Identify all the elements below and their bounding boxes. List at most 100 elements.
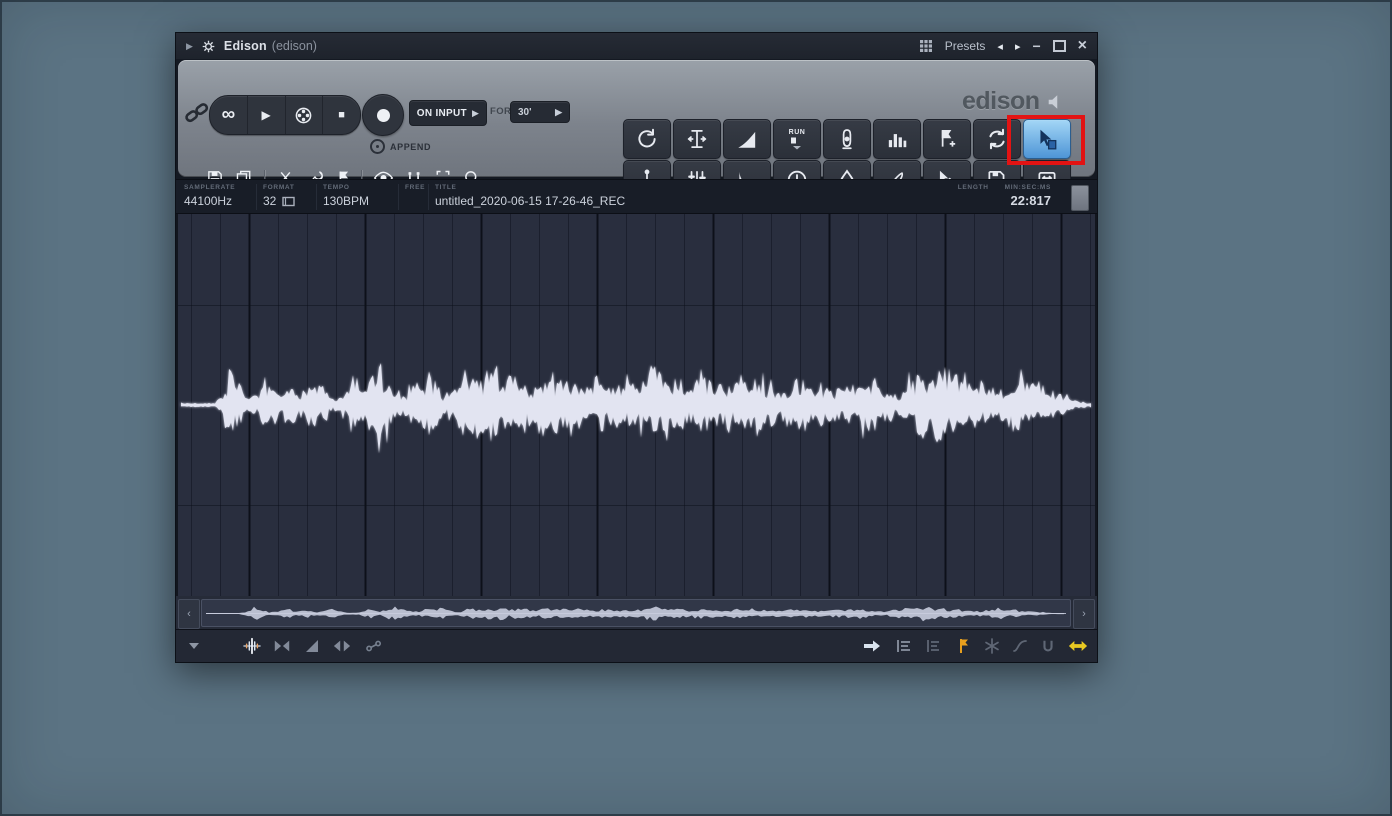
play-button[interactable]: ▶: [247, 96, 285, 134]
record-mode-value: ON INPUT: [417, 108, 467, 119]
stop-button[interactable]: ■: [322, 96, 360, 134]
close-button[interactable]: ×: [1078, 40, 1087, 52]
vertical-zoom-handle[interactable]: [1071, 185, 1089, 211]
divider: [428, 184, 429, 210]
zoom-out-selection-icon: [333, 639, 351, 653]
collapse-arrow-icon[interactable]: ▶: [186, 41, 193, 52]
markers-list-icon: [925, 639, 943, 653]
jump-play-button[interactable]: [862, 637, 882, 655]
declick-wave-icon: [242, 637, 262, 655]
edit-mode-button[interactable]: [242, 637, 262, 655]
overview-strip[interactable]: [201, 599, 1071, 627]
edison-logo: edison: [962, 87, 1064, 116]
markers-list-button[interactable]: [924, 637, 944, 655]
reverse-icon: [635, 127, 659, 151]
format-label: FORMAT: [263, 184, 295, 191]
blur-tool-button[interactable]: [823, 119, 871, 159]
length-labels: LENGTH MIN:SEC:MS: [958, 184, 1051, 191]
amp-icon: [685, 127, 709, 151]
title-bar: ▶ Edison (edison) Presets ◂ ▸ − ×: [176, 33, 1097, 59]
fade-in-icon: [735, 127, 759, 151]
double-arrow-icon: [1068, 639, 1088, 653]
smooth-button[interactable]: [1010, 637, 1030, 655]
length-value[interactable]: 22:817: [1011, 193, 1051, 208]
resample-button[interactable]: [973, 119, 1021, 159]
preset-next-button[interactable]: ▸: [1015, 40, 1021, 53]
fade-in-button[interactable]: [723, 119, 771, 159]
blur-bottle-icon: [835, 127, 859, 151]
overview-waveform: [202, 600, 1070, 626]
scroll-left-button[interactable]: ‹: [178, 599, 200, 629]
length-label: LENGTH: [958, 184, 989, 191]
format-value[interactable]: 32: [263, 194, 276, 208]
toolbar: ∞ ▶ ■ ON INPUT ▶ FOR 30' ▶ APPEND: [176, 59, 1097, 179]
record-button[interactable]: [362, 94, 404, 136]
chevron-down-icon: [189, 643, 199, 649]
orange-flag-icon: [958, 638, 970, 654]
presets-grid-icon[interactable]: [919, 39, 933, 53]
record-mode-arrow-icon: ▶: [472, 108, 479, 119]
link-icon[interactable]: [183, 101, 211, 127]
loop-button[interactable]: ∞: [210, 96, 247, 134]
minimize-button[interactable]: −: [1032, 41, 1040, 51]
reel-icon: [294, 106, 313, 125]
refresh-arrows-icon: [985, 127, 1009, 151]
regions-list-icon: [895, 639, 913, 653]
record-duration-selector[interactable]: 30' ▶: [510, 101, 570, 123]
overview-scrollbar: ‹ ›: [176, 596, 1097, 630]
arrow-right-icon: [862, 639, 882, 653]
plugin-gear-icon[interactable]: [201, 39, 216, 54]
normalize-amp-button[interactable]: [673, 119, 721, 159]
snap-button[interactable]: [1038, 637, 1058, 655]
maximize-button[interactable]: [1053, 40, 1066, 52]
window-title: Edison: [224, 39, 267, 53]
freeze-button[interactable]: [982, 637, 1002, 655]
append-option[interactable]: APPEND: [370, 139, 431, 154]
record-duration-value: 30': [518, 107, 532, 118]
edison-logo-text: edison: [962, 87, 1040, 116]
equalize-button[interactable]: [873, 119, 921, 159]
wave-editor-area[interactable]: [178, 214, 1095, 596]
regions-list-button[interactable]: [894, 637, 914, 655]
drag-selection-button[interactable]: [1023, 119, 1071, 159]
add-marker-button[interactable]: [923, 119, 971, 159]
title-label: TITLE: [435, 184, 457, 191]
divider: [316, 184, 317, 210]
smooth-curve-icon: [1012, 639, 1028, 653]
waveform-canvas[interactable]: [178, 214, 1095, 596]
run-script-button[interactable]: RUN: [773, 119, 821, 159]
waveform-shape: [181, 363, 1091, 453]
samplerate-value[interactable]: 44100Hz: [184, 194, 232, 208]
magnet-small-icon: [1040, 639, 1056, 654]
snowflake-icon: [984, 638, 1000, 654]
stop-icon: ■: [338, 109, 345, 121]
free-label: FREE: [405, 184, 425, 191]
link-selection-button[interactable]: [364, 637, 384, 655]
marker-mode-button[interactable]: [954, 637, 974, 655]
reverse-button[interactable]: [623, 119, 671, 159]
options-menu-button[interactable]: [184, 637, 204, 655]
play-icon: ▶: [262, 108, 271, 122]
title-value[interactable]: untitled_2020-06-15 17-26-46_REC: [435, 194, 625, 208]
record-duration-arrow-icon: ▶: [555, 107, 562, 118]
time-format-label: MIN:SEC:MS: [1005, 184, 1051, 191]
zoom-to-selection-button[interactable]: [272, 637, 292, 655]
transport-group: ∞ ▶ ■: [209, 95, 361, 135]
zoom-out-selection-button[interactable]: [332, 637, 352, 655]
run-script-icon: [789, 137, 805, 150]
add-marker-icon: [935, 127, 959, 151]
tempo-label: TEMPO: [323, 184, 350, 191]
tempo-value[interactable]: 130BPM: [323, 194, 369, 208]
format-icon[interactable]: [282, 196, 295, 207]
info-bar: SAMPLERATE 44100Hz FORMAT 32 TEMPO 130BP…: [176, 179, 1097, 214]
fade-preview-button[interactable]: [302, 637, 322, 655]
scroll-right-button[interactable]: ›: [1073, 599, 1095, 629]
preset-prev-button[interactable]: ◂: [997, 40, 1003, 53]
play-from-disk-button[interactable]: [285, 96, 323, 134]
edison-window: ▶ Edison (edison) Presets ◂ ▸ − ×: [175, 32, 1098, 663]
samplerate-label: SAMPLERATE: [184, 184, 235, 191]
loop-points-button[interactable]: [1068, 637, 1088, 655]
record-mode-selector[interactable]: ON INPUT ▶: [409, 100, 487, 126]
drag-cursor-icon: [1035, 127, 1059, 151]
presets-label[interactable]: Presets: [945, 39, 986, 53]
